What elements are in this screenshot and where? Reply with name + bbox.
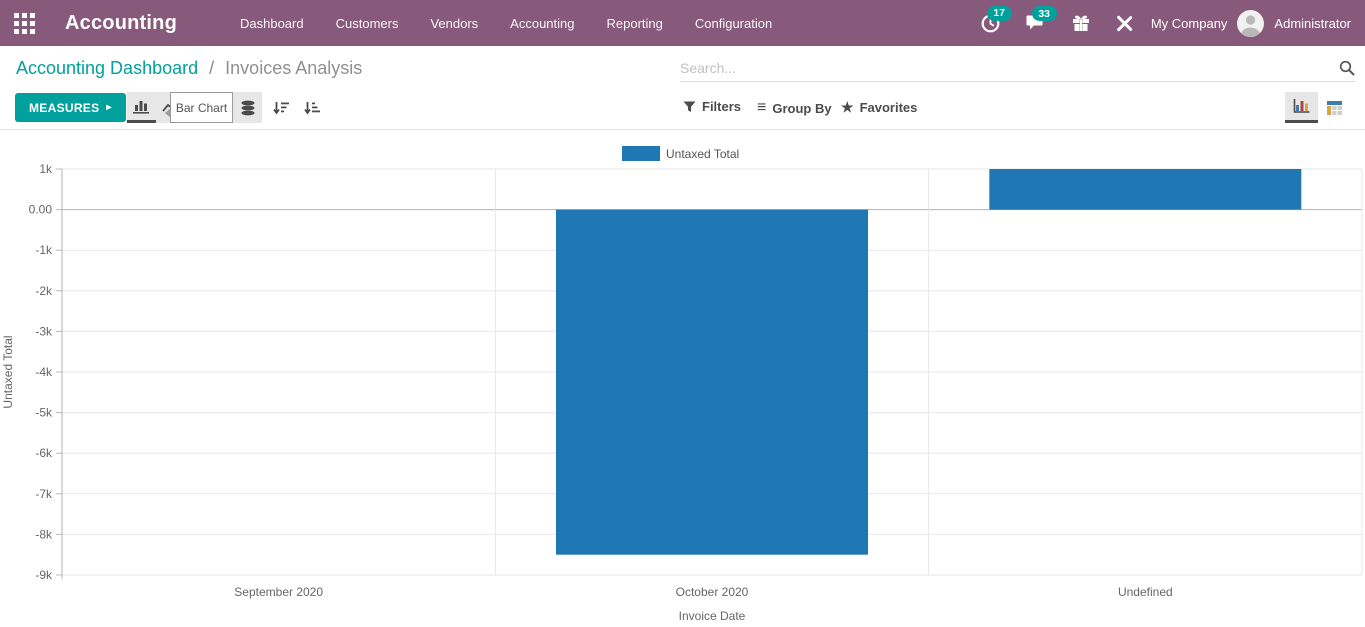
measures-button[interactable]: MEASURES ▸: [15, 93, 126, 122]
nav-item-reporting[interactable]: Reporting: [594, 8, 676, 39]
bar-october-2020[interactable]: [556, 210, 868, 555]
bar-chart-icon: [133, 99, 150, 114]
nav-item-accounting[interactable]: Accounting: [497, 8, 587, 39]
stacked-icon: [240, 100, 256, 116]
control-panel: Accounting Dashboard / Invoices Analysis…: [0, 46, 1365, 130]
sort-descending-icon: [272, 100, 290, 116]
y-tick-label: 0.00: [29, 203, 53, 217]
star-icon: ★: [841, 99, 854, 116]
nav-item-configuration[interactable]: Configuration: [682, 8, 785, 39]
favorites-label: Favorites: [860, 100, 918, 115]
sort-ascending-button[interactable]: [297, 92, 326, 123]
x-axis-title: Invoice Date: [679, 609, 746, 623]
pivot-view-button[interactable]: [1318, 92, 1351, 123]
top-navbar: Accounting DashboardCustomersVendorsAcco…: [0, 0, 1365, 46]
messages-button[interactable]: 33: [1018, 8, 1054, 38]
y-tick-label: -2k: [35, 284, 53, 298]
breadcrumb-parent[interactable]: Accounting Dashboard: [16, 58, 198, 78]
search-input[interactable]: [680, 60, 1339, 76]
bar-undefined[interactable]: [989, 169, 1301, 210]
y-tick-label: -8k: [35, 527, 53, 541]
breadcrumb-separator: /: [209, 58, 214, 78]
gift-icon: [1072, 14, 1090, 32]
measures-label: MEASURES: [29, 101, 99, 115]
apps-menu-icon[interactable]: [14, 13, 35, 34]
x-tick-label: October 2020: [676, 585, 749, 599]
activities-badge: 17: [987, 6, 1012, 21]
nav-item-vendors[interactable]: Vendors: [417, 8, 491, 39]
messages-badge: 33: [1032, 6, 1057, 21]
favorites-button[interactable]: ★ Favorites: [841, 99, 917, 116]
activities-button[interactable]: 17: [973, 8, 1008, 39]
pivot-view-icon: [1326, 100, 1343, 116]
group-by-label: Group By: [772, 101, 831, 116]
view-switcher: [1285, 92, 1351, 123]
y-axis-title: Untaxed Total: [1, 335, 15, 408]
tools-icon: [1116, 15, 1133, 32]
user-menu[interactable]: Administrator: [1274, 16, 1351, 31]
nav-item-dashboard[interactable]: Dashboard: [227, 8, 317, 39]
chart-area: Untaxed Total 1k 0.00 -1k -2k -3k -4k -5k -6k -7…: [0, 131, 1365, 627]
main-menu: DashboardCustomersVendorsAccountingRepor…: [227, 8, 785, 39]
y-tick-label: -5k: [35, 406, 53, 420]
person-icon: [1237, 10, 1264, 37]
y-tick-label: -3k: [35, 324, 53, 338]
filters-label: Filters: [702, 99, 741, 114]
y-tick-label: -9k: [35, 568, 53, 582]
graph-view-icon: [1293, 98, 1311, 114]
user-avatar[interactable]: [1237, 10, 1264, 37]
company-switcher[interactable]: My Company: [1151, 16, 1228, 31]
y-tick-label: -4k: [35, 365, 53, 379]
y-tick-label: 1k: [39, 162, 53, 176]
group-by-icon: ≡: [757, 99, 766, 117]
y-tick-label: -7k: [35, 487, 53, 501]
y-tick-label: -6k: [35, 446, 53, 460]
caret-right-icon: ▸: [106, 102, 111, 113]
filter-icon: [683, 101, 696, 113]
breadcrumb: Accounting Dashboard / Invoices Analysis: [16, 58, 362, 79]
x-tick-label: Undefined: [1118, 585, 1173, 599]
bar-chart: 1k 0.00 -1k -2k -3k -4k -5k -6k -7k -8k -9k Septemb…: [0, 131, 1365, 627]
app-title[interactable]: Accounting: [65, 12, 177, 35]
x-tick-label: September 2020: [234, 585, 323, 599]
sort-descending-button[interactable]: [266, 92, 295, 123]
group-by-button[interactable]: ≡ Group By: [757, 99, 832, 117]
whats-new-button[interactable]: [1064, 8, 1098, 38]
bar-chart-mode-button[interactable]: [127, 92, 156, 123]
y-tick-label: -1k: [35, 243, 53, 257]
filters-button[interactable]: Filters: [683, 99, 741, 114]
tooltip-bar-chart: Bar Chart: [170, 92, 233, 123]
nav-item-customers[interactable]: Customers: [323, 8, 412, 39]
search-bar: [680, 54, 1355, 82]
sort-ascending-icon: [303, 100, 321, 116]
navbar-right: 17 33 My Company: [973, 8, 1365, 39]
support-tools-button[interactable]: [1108, 9, 1141, 38]
stacked-toggle-button[interactable]: [233, 92, 262, 123]
graph-view-button[interactable]: [1285, 92, 1318, 123]
breadcrumb-current: Invoices Analysis: [225, 58, 362, 78]
search-icon[interactable]: [1339, 60, 1355, 76]
